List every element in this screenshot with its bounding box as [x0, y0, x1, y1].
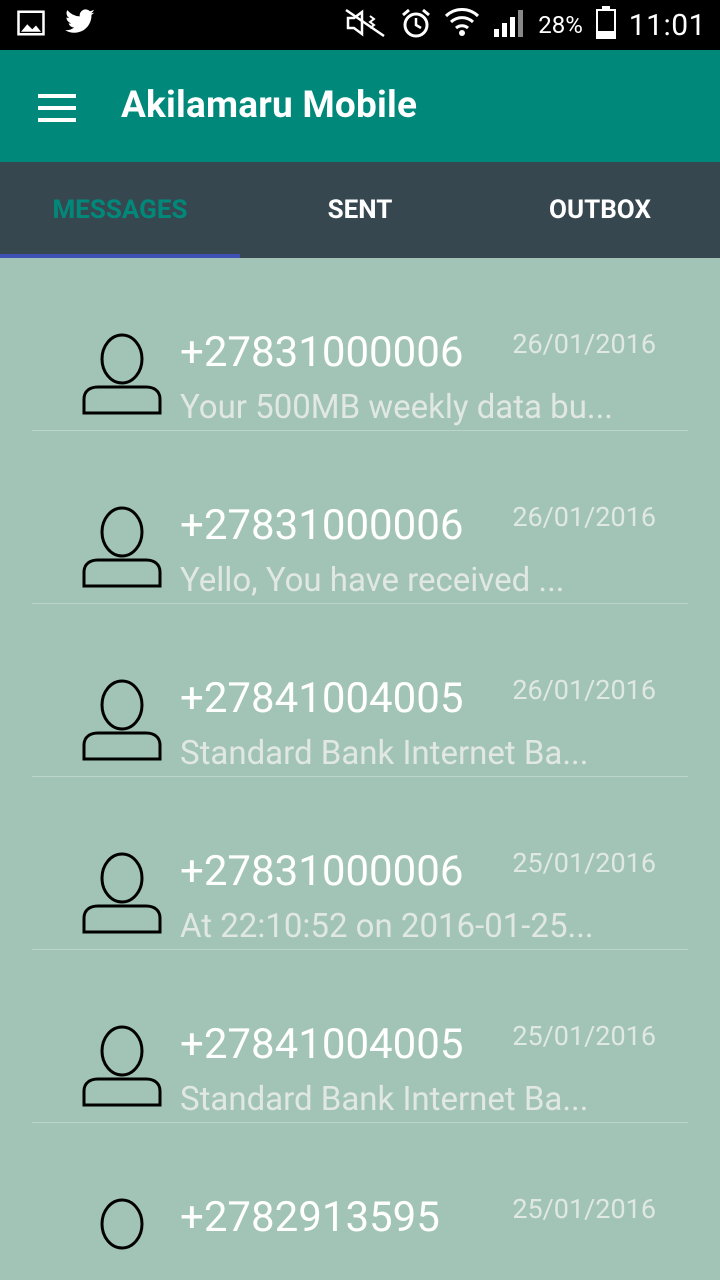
sender-number: +2782913595 [180, 1193, 440, 1242]
message-snippet: Standard Bank Internet Ba... [180, 734, 589, 773]
message-date: 25/01/2016 [512, 1193, 656, 1225]
status-right: 28% 11:01 [344, 6, 706, 44]
message-row[interactable]: +27831000006 26/01/2016 Your 500MB weekl… [32, 258, 688, 431]
image-icon [16, 8, 46, 42]
app-title: Akilamaru Mobile [121, 84, 418, 127]
contact-avatar-icon [80, 852, 164, 938]
battery-icon [595, 6, 617, 44]
sender-number: +27841004005 [180, 674, 464, 723]
alarm-icon [400, 7, 432, 43]
status-left [16, 8, 96, 42]
message-row[interactable]: +27841004005 25/01/2016 Standard Bank In… [32, 950, 688, 1123]
contact-avatar-icon [80, 333, 164, 419]
sender-number: +27831000006 [180, 847, 464, 896]
contact-avatar-icon [80, 679, 164, 765]
tab-sent[interactable]: SENT [240, 162, 480, 258]
message-snippet: Yello, You have received ... [180, 561, 565, 600]
message-row[interactable]: +2782913595 25/01/2016 [32, 1123, 688, 1250]
sender-number: +27831000006 [180, 501, 464, 550]
message-snippet: Standard Bank Internet Ba... [180, 1080, 589, 1119]
message-date: 26/01/2016 [512, 674, 656, 706]
status-bar: 28% 11:01 [0, 0, 720, 50]
message-date: 26/01/2016 [512, 328, 656, 360]
message-date: 26/01/2016 [512, 501, 656, 533]
tab-messages[interactable]: MESSAGES [0, 162, 240, 258]
tab-outbox[interactable]: OUTBOX [480, 162, 720, 258]
message-snippet: Your 500MB weekly data bu... [180, 388, 614, 427]
message-list: +27831000006 26/01/2016 Your 500MB weekl… [32, 258, 688, 1250]
mute-icon [344, 8, 388, 42]
twitter-icon [64, 9, 96, 41]
wifi-icon [444, 6, 480, 44]
message-row[interactable]: +27831000006 25/01/2016 At 22:10:52 on 2… [32, 777, 688, 950]
contact-avatar-icon [80, 506, 164, 592]
message-row[interactable]: +27831000006 26/01/2016 Yello, You have … [32, 431, 688, 604]
clock: 11:01 [628, 7, 706, 43]
app-bar: Akilamaru Mobile [0, 50, 720, 162]
contact-avatar-icon [80, 1025, 164, 1111]
message-date: 25/01/2016 [512, 847, 656, 879]
hamburger-menu-icon[interactable] [38, 94, 76, 122]
message-row[interactable]: +27841004005 26/01/2016 Standard Bank In… [32, 604, 688, 777]
sender-number: +27841004005 [180, 1020, 464, 1069]
signal-icon [492, 7, 526, 43]
message-snippet: At 22:10:52 on 2016-01-25... [180, 907, 594, 946]
tab-bar: MESSAGES SENT OUTBOX [0, 162, 720, 258]
message-date: 25/01/2016 [512, 1020, 656, 1052]
battery-percent: 28% [538, 11, 583, 39]
contact-avatar-icon [80, 1198, 164, 1250]
sender-number: +27831000006 [180, 328, 464, 377]
